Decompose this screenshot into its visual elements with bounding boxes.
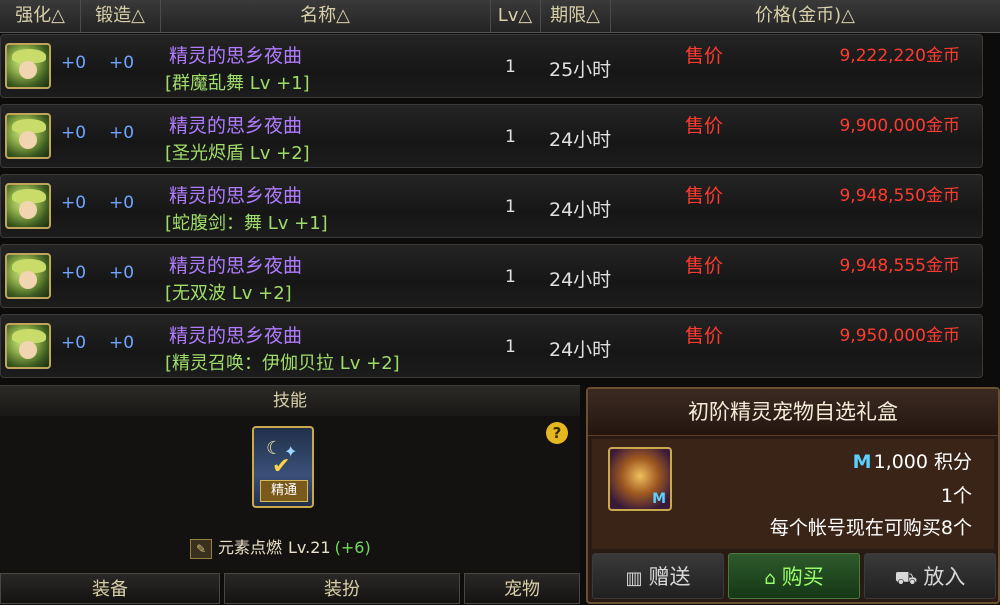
item-price: 9,950,000金币: [839, 326, 960, 346]
help-icon[interactable]: ?: [546, 422, 568, 444]
product-body: M M 1,000 积分 1个 每个帐号现在可购买8个: [592, 439, 994, 549]
forge-value: +0: [109, 193, 135, 213]
buy-icon: ⌂: [764, 568, 776, 589]
forge-value: +0: [109, 263, 135, 283]
tab-equipment[interactable]: 装备: [0, 573, 220, 604]
skill-name: 元素点燃: [218, 538, 283, 557]
col-forge[interactable]: 锻造△: [80, 0, 161, 32]
item-level: 1: [505, 267, 516, 287]
skill-bonus: (+6): [334, 538, 371, 557]
item-period: 24小时: [549, 269, 612, 291]
skill-small-icon: ✎: [190, 538, 212, 559]
item-name: 精灵的思乡夜曲: [169, 325, 303, 347]
mileage-icon: M: [852, 451, 872, 473]
product-count: 1个: [940, 485, 972, 507]
col-enhance[interactable]: 强化△: [0, 0, 81, 32]
listing-row[interactable]: +0 +0 精灵的思乡夜曲 [蛇腹剑：舞 Lv +1] 1 24小时 售价 9,…: [0, 174, 983, 238]
enhance-value: +0: [61, 53, 87, 73]
sell-label: 售价: [685, 255, 724, 277]
product-popup: 初阶精灵宠物自选礼盒 M M 1,000 积分 1个 每个帐号现在可购买8个 ▥ 赠…: [586, 387, 1000, 604]
listing-row[interactable]: +0 +0 精灵的思乡夜曲 [群魔乱舞 Lv +1] 1 25小时 售价 9,2…: [0, 34, 983, 98]
purchase-limit: 每个帐号现在可购买8个: [769, 517, 972, 539]
enhance-value: +0: [61, 123, 87, 143]
item-name: 精灵的思乡夜曲: [169, 45, 303, 67]
cart-button[interactable]: ⛟ 放入: [864, 553, 996, 599]
item-period: 24小时: [549, 129, 612, 151]
tab-pet[interactable]: 宠物: [464, 573, 580, 604]
item-skill: [蛇腹剑：舞 Lv +1]: [165, 213, 328, 234]
forge-value: +0: [109, 53, 135, 73]
skill-panel-title: 技能: [0, 386, 580, 416]
item-level: 1: [505, 57, 516, 77]
skill-level: Lv.21: [288, 538, 331, 557]
table-header: 强化△ 锻造△ 名称△ Lv△ 期限△ 价格(金币)△: [0, 0, 1000, 33]
enhance-value: +0: [61, 263, 87, 283]
item-level: 1: [505, 337, 516, 357]
product-points: M 1,000 积分: [852, 451, 972, 473]
item-elf-icon: [5, 183, 51, 229]
skill-mastery-icon[interactable]: ☾ ✦ ✔ 精通: [252, 426, 314, 508]
item-level: 1: [505, 197, 516, 217]
skill-info: ✎ 元素点燃 Lv.21 (+6): [190, 534, 371, 559]
item-level: 1: [505, 127, 516, 147]
item-name: 精灵的思乡夜曲: [169, 115, 303, 137]
item-price: 9,948,550金币: [839, 186, 960, 206]
sell-label: 售价: [685, 185, 724, 207]
listing-row[interactable]: +0 +0 精灵的思乡夜曲 [圣光烬盾 Lv +2] 1 24小时 售价 9,9…: [0, 104, 983, 168]
item-period: 24小时: [549, 199, 612, 221]
item-price: 9,222,220金币: [839, 46, 960, 66]
forge-value: +0: [109, 123, 135, 143]
buy-button[interactable]: ⌂ 购买: [728, 553, 860, 599]
col-name[interactable]: 名称△: [160, 0, 491, 32]
product-title: 初阶精灵宠物自选礼盒: [588, 389, 998, 436]
enhance-value: +0: [61, 333, 87, 353]
sell-label: 售价: [685, 325, 724, 347]
pet-box-icon: M: [608, 447, 672, 511]
item-skill: [无双波 Lv +2]: [165, 283, 292, 304]
mileage-mark: M: [652, 491, 666, 507]
col-period[interactable]: 期限△: [540, 0, 611, 32]
item-skill: [群魔乱舞 Lv +1]: [165, 73, 310, 94]
item-name: 精灵的思乡夜曲: [169, 255, 303, 277]
gift-button[interactable]: ▥ 赠送: [592, 553, 724, 599]
gift-icon: ▥: [625, 568, 643, 589]
item-name: 精灵的思乡夜曲: [169, 185, 303, 207]
col-level[interactable]: Lv△: [490, 0, 541, 32]
item-skill: [圣光烬盾 Lv +2]: [165, 143, 310, 164]
item-skill: [精灵召唤：伊伽贝拉 Lv +2]: [165, 353, 400, 374]
sell-label: 售价: [685, 45, 724, 67]
listing-row[interactable]: +0 +0 精灵的思乡夜曲 [无双波 Lv +2] 1 24小时 售价 9,94…: [0, 244, 983, 308]
enhance-value: +0: [61, 193, 87, 213]
item-elf-icon: [5, 253, 51, 299]
cart-icon: ⛟: [894, 568, 918, 589]
item-price: 9,948,555金币: [839, 256, 960, 276]
item-period: 24小时: [549, 339, 612, 361]
tab-costume[interactable]: 装扮: [224, 573, 460, 604]
sell-label: 售价: [685, 115, 724, 137]
listing-row[interactable]: +0 +0 精灵的思乡夜曲 [精灵召唤：伊伽贝拉 Lv +2] 1 24小时 售…: [0, 314, 983, 378]
item-period: 25小时: [549, 59, 612, 81]
skill-panel: 技能 ☾ ✦ ✔ 精通 ? ✎ 元素点燃 Lv.21 (+6): [0, 385, 580, 574]
item-price: 9,900,000金币: [839, 116, 960, 136]
item-elf-icon: [5, 43, 51, 89]
item-elf-icon: [5, 113, 51, 159]
skill-icon-tag: 精通: [260, 480, 308, 502]
item-elf-icon: [5, 323, 51, 369]
forge-value: +0: [109, 333, 135, 353]
col-price[interactable]: 价格(金币)△: [610, 0, 1000, 32]
